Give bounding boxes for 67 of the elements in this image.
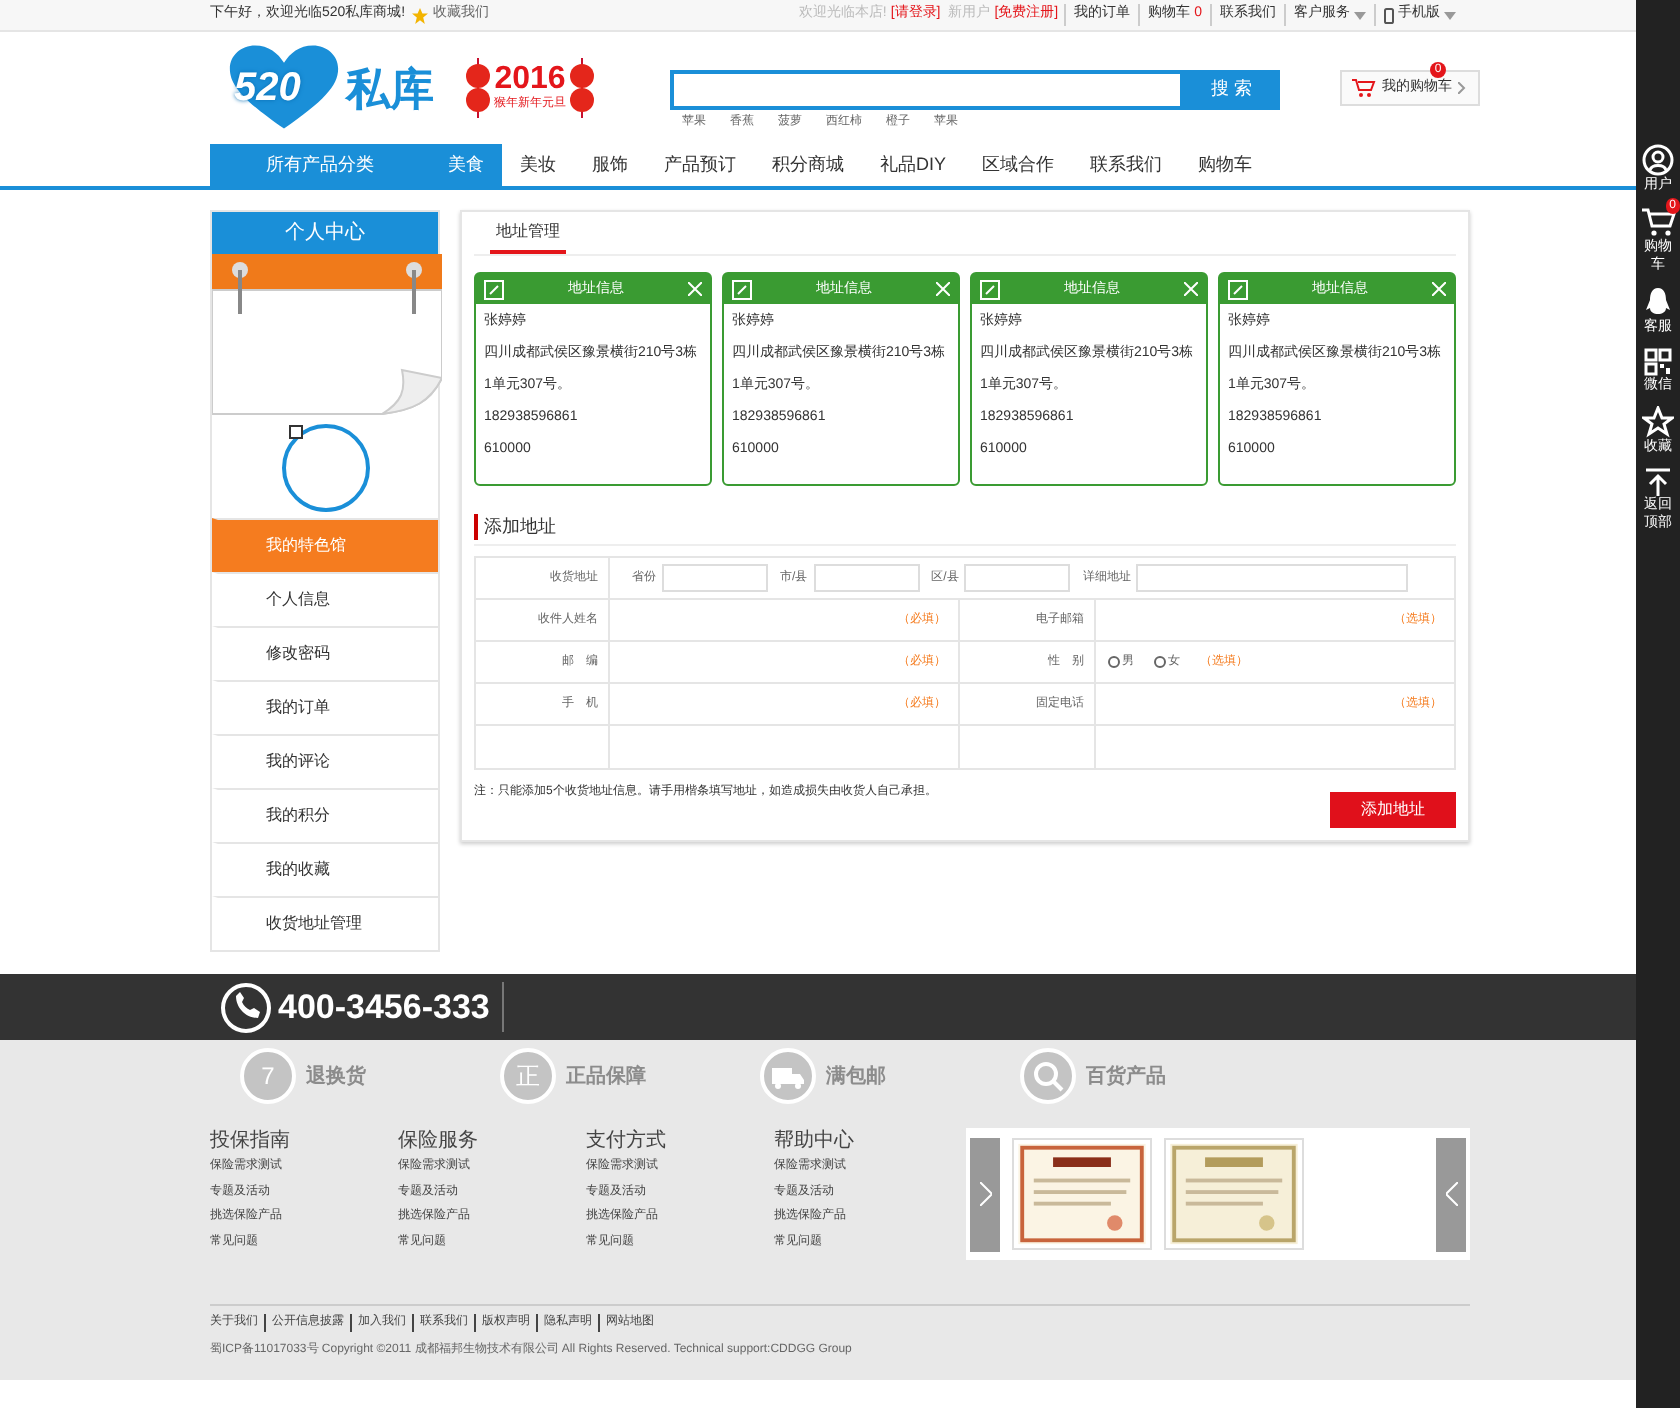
- edit-icon[interactable]: [484, 279, 504, 299]
- footer-column-title: 支付方式: [586, 1128, 668, 1154]
- close-icon[interactable]: [688, 282, 702, 296]
- nav-tab[interactable]: 区域合作: [964, 144, 1073, 186]
- nav-tab[interactable]: 美妆: [502, 144, 574, 186]
- sidebar-item[interactable]: 个人信息: [212, 572, 438, 626]
- carousel-next-button[interactable]: [970, 1137, 1000, 1251]
- sidebar-item[interactable]: 我的订单: [212, 680, 438, 734]
- sidebar-item[interactable]: 修改密码: [212, 626, 438, 680]
- address-input[interactable]: [813, 564, 920, 592]
- edit-icon[interactable]: [1228, 279, 1248, 299]
- site-logo[interactable]: 520 私库: [226, 42, 462, 134]
- nav-tab[interactable]: 礼品DIY: [862, 144, 965, 186]
- service-badge: 7: [240, 1048, 296, 1104]
- service-badge: 正: [500, 1048, 556, 1104]
- penguin-icon[interactable]: [1644, 286, 1672, 318]
- edit-icon[interactable]: [732, 279, 752, 299]
- cart-icon: [1352, 78, 1376, 98]
- chevron-right-icon: [1458, 82, 1466, 94]
- address-input[interactable]: [964, 564, 1071, 592]
- nav-tab[interactable]: 产品预订: [646, 144, 754, 186]
- section-title: 添加地址: [474, 513, 556, 541]
- service-title: 百货产品: [1086, 1063, 1166, 1091]
- nav-tab[interactable]: 购物车: [1180, 144, 1271, 186]
- search-field[interactable]: [670, 69, 1184, 109]
- chevron-left-icon: [1445, 1182, 1457, 1206]
- service-title: 满包邮: [826, 1063, 886, 1091]
- avatar-circle[interactable]: [279, 422, 371, 514]
- sidebar-item[interactable]: 收货地址管理: [212, 896, 438, 950]
- cart-icon[interactable]: [1640, 206, 1676, 238]
- arrow-up-icon[interactable]: [1644, 468, 1672, 496]
- user-icon[interactable]: [1642, 144, 1674, 176]
- star-icon: [411, 7, 428, 23]
- category-menu[interactable]: 所有产品分类: [210, 144, 430, 186]
- sidebar-title: 个人中心: [212, 212, 438, 254]
- address-input[interactable]: [662, 564, 768, 592]
- chevron-right-icon: [979, 1182, 991, 1206]
- footer-column-title: 投保指南: [210, 1128, 292, 1154]
- truck-icon: [760, 1048, 816, 1104]
- sidebar-item[interactable]: 我的收藏: [212, 842, 438, 896]
- close-icon[interactable]: [1184, 282, 1198, 296]
- nav-tab[interactable]: 联系我们: [1072, 144, 1181, 186]
- footer-column-title: 保险服务: [398, 1128, 480, 1154]
- dropdown-caret-icon: [1444, 11, 1456, 19]
- tab[interactable]: 地址管理: [490, 212, 566, 254]
- service-title: 正品保障: [566, 1062, 646, 1091]
- sidebar-item[interactable]: 我的积分: [212, 788, 438, 842]
- dropdown-caret-icon: [1354, 11, 1366, 19]
- address-input[interactable]: [1136, 564, 1409, 592]
- search-button[interactable]: 搜 索: [1184, 69, 1280, 109]
- phone-icon: [1384, 7, 1394, 23]
- qr-code-icon[interactable]: [1644, 348, 1672, 376]
- edit-icon[interactable]: [980, 279, 1000, 299]
- close-icon[interactable]: [1432, 282, 1446, 296]
- close-icon[interactable]: [936, 282, 950, 296]
- sidebar-item[interactable]: 我的评论: [212, 734, 438, 788]
- nav-tab[interactable]: 美食: [430, 144, 502, 186]
- hotline-number: 400-3456-333: [278, 981, 504, 1033]
- footer-column-title: 帮助中心: [774, 1128, 856, 1154]
- nav-tab[interactable]: 服饰: [574, 144, 646, 186]
- search-icon: [1020, 1048, 1076, 1104]
- add-address-button[interactable]: 添加地址: [1330, 792, 1456, 828]
- star-icon[interactable]: [1642, 406, 1674, 438]
- nav-tab[interactable]: 积分商城: [754, 144, 862, 186]
- phone-icon: [220, 981, 272, 1033]
- service-title: 退换货: [306, 1063, 366, 1091]
- carousel-prev-button[interactable]: [1436, 1137, 1466, 1251]
